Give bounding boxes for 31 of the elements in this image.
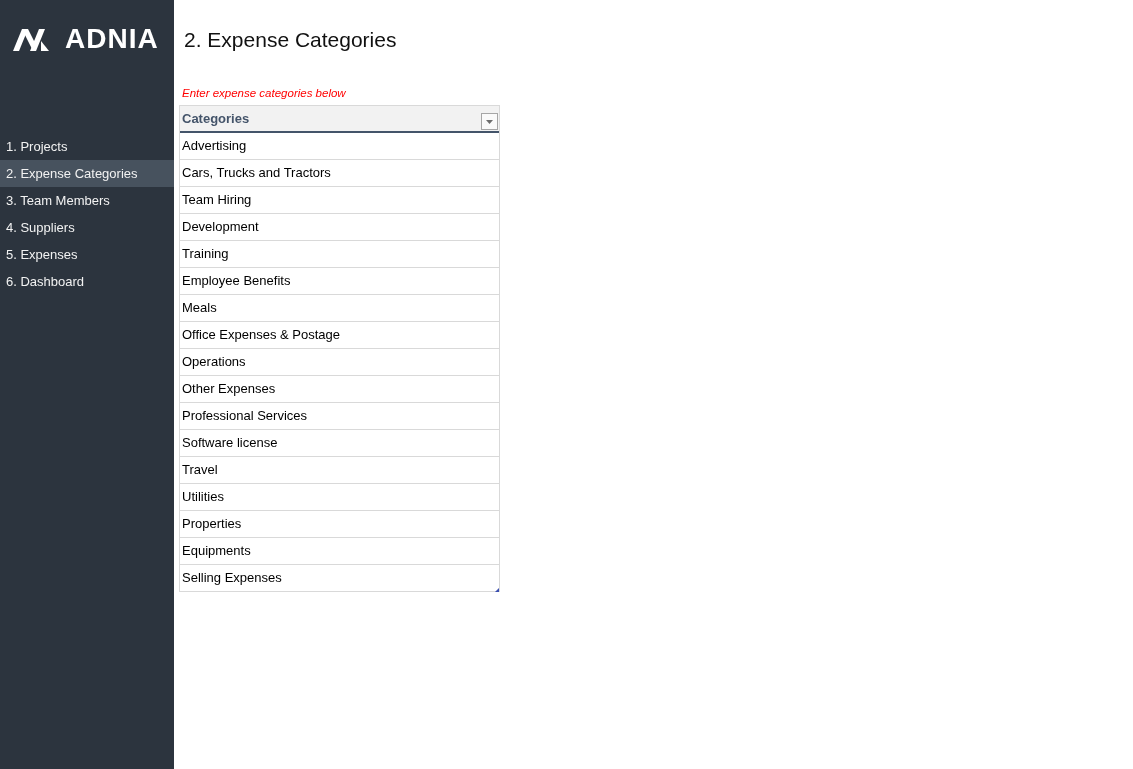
table-cell-text: Equipments bbox=[181, 542, 252, 560]
table-cell-text: Other Expenses bbox=[181, 380, 277, 398]
table-cell-text: Cars, Trucks and Tractors bbox=[181, 164, 332, 182]
logo-text: ADNIA bbox=[65, 25, 159, 53]
table-cell-text: Software license bbox=[181, 434, 279, 452]
table-cell-text: Travel bbox=[181, 461, 219, 479]
table-cell-text: Advertising bbox=[181, 137, 248, 155]
caret-icon bbox=[486, 119, 493, 124]
table-cell-text: Operations bbox=[181, 353, 247, 371]
sidebar-item[interactable]: 3. Team Members bbox=[0, 187, 174, 214]
column-header: Categories bbox=[182, 110, 250, 128]
table-cell-text: Team Hiring bbox=[181, 191, 253, 209]
table-cell-text: Utilities bbox=[181, 488, 225, 506]
table-cell-text: Selling Expenses bbox=[181, 569, 283, 587]
table-cell-text: Office Expenses & Postage bbox=[181, 326, 342, 344]
sidebar-item[interactable]: 6. Dashboard bbox=[0, 268, 174, 295]
sidebar-item[interactable]: 5. Expenses bbox=[0, 241, 174, 268]
sidebar-item[interactable]: 2. Expense Categories bbox=[0, 160, 174, 187]
resize-handle-icon[interactable] bbox=[495, 588, 499, 592]
table-cell-text: Professional Services bbox=[181, 407, 308, 425]
page-title: 2. Expense Categories bbox=[184, 28, 397, 52]
sidebar-item[interactable]: 1. Projects bbox=[0, 133, 174, 160]
logo-icon bbox=[13, 27, 49, 51]
sidebar-item[interactable]: 4. Suppliers bbox=[0, 214, 174, 241]
table-cell-text: Training bbox=[181, 245, 230, 263]
table-cell-text: Properties bbox=[181, 515, 243, 533]
table-cell-text: Employee Benefits bbox=[181, 272, 292, 290]
table-cell-text: Development bbox=[181, 218, 260, 236]
hint-text: Enter expense categories below bbox=[182, 86, 346, 100]
filter-dropdown-button[interactable] bbox=[481, 113, 498, 130]
table-cell-text: Meals bbox=[181, 299, 218, 317]
